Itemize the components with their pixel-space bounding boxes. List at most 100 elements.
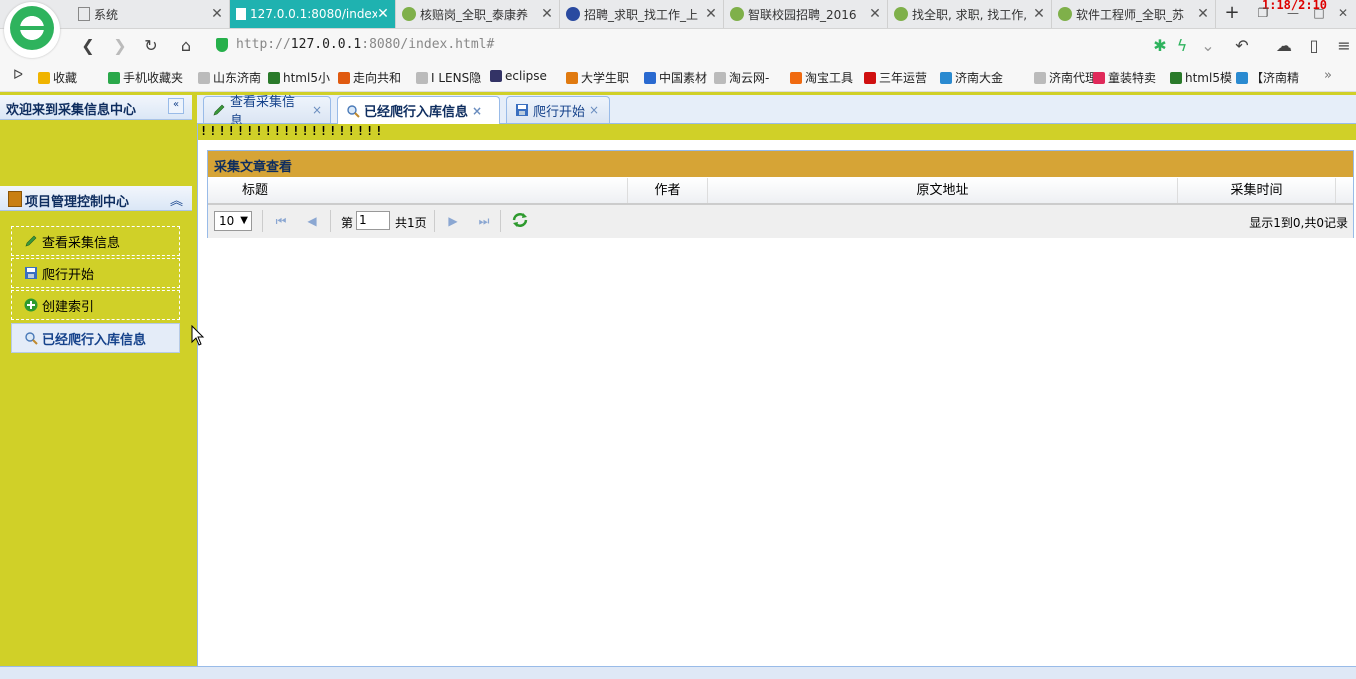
site-icon	[894, 7, 908, 21]
phone-icon[interactable]: ▯	[1304, 36, 1324, 56]
sidebar-toggle-icon[interactable]: ᐅ	[8, 66, 28, 86]
bookmark-item[interactable]: eclipse	[490, 69, 547, 83]
forward-icon[interactable]: ❯	[110, 36, 130, 56]
reload-icon[interactable]: ↻	[141, 36, 161, 56]
collapse-left-icon[interactable]: «	[168, 98, 184, 114]
tab-view-collected[interactable]: 查看采集信息 ×	[203, 95, 331, 129]
tab-stored-info[interactable]: 已经爬行入库信息 ×	[337, 96, 500, 124]
close-icon[interactable]: ✕	[541, 6, 553, 22]
minimize-icon[interactable]: —	[1286, 6, 1300, 20]
bookmark-icon	[490, 70, 502, 82]
new-tab-button[interactable]: +	[1222, 2, 1242, 26]
bookmark-item[interactable]: 三年运营	[864, 69, 927, 86]
bookmark-item[interactable]: 手机收藏夹	[108, 69, 183, 86]
save-icon	[515, 103, 529, 117]
bookmark-item[interactable]: 童装特卖	[1093, 69, 1156, 86]
chevron-up-icon[interactable]: ︽	[170, 190, 183, 209]
nav-item-label: 创建索引	[42, 299, 95, 315]
more-bookmarks-icon[interactable]: »	[1318, 66, 1338, 86]
bookmark-item[interactable]: 收藏	[38, 69, 77, 86]
bookmark-icon	[416, 71, 428, 84]
browser-tab-6[interactable]: 找全职, 求职, 找工作, ✕	[888, 0, 1052, 28]
browser-tab-7[interactable]: 软件工程师_全职_苏 ✕	[1052, 0, 1216, 28]
close-icon[interactable]: ×	[312, 103, 322, 117]
pencil-icon	[212, 103, 226, 117]
page-size-value: 10	[219, 214, 235, 228]
page-icon	[236, 8, 246, 20]
column-header-author[interactable]: 作者	[628, 178, 708, 203]
status-bar	[0, 666, 1356, 679]
close-icon[interactable]: ×	[472, 104, 482, 118]
dropdown-icon[interactable]: ⌄	[1198, 36, 1218, 56]
column-header-source-url[interactable]: 原文地址	[708, 178, 1178, 203]
page-size-select[interactable]: 10 ▼	[214, 211, 252, 231]
column-header-title[interactable]: 标题	[208, 178, 628, 203]
bookmark-item[interactable]: 淘云网-	[714, 69, 769, 86]
address-bar[interactable]: http://127.0.0.1:8080/index.html#	[212, 35, 1172, 57]
nav-item-label: 已经爬行入库信息	[42, 332, 147, 348]
close-icon[interactable]: ✕	[1197, 6, 1209, 22]
prev-page-icon[interactable]: ◀	[304, 213, 320, 229]
bookmark-item[interactable]: html5模	[1170, 69, 1232, 86]
bookmark-item[interactable]: I LENS隐	[416, 69, 481, 86]
menu-icon[interactable]: ≡	[1334, 36, 1354, 56]
page-number-input[interactable]: 1	[356, 211, 390, 230]
browser-tab-active[interactable]: 127.0.0.1:8080/index ✕	[230, 0, 396, 28]
bookmark-label: 山东济南	[213, 71, 262, 85]
bookmark-icon	[714, 71, 726, 84]
west-region	[0, 92, 192, 666]
extension-icon[interactable]: ✱	[1150, 36, 1170, 56]
home-icon[interactable]: ⌂	[176, 36, 196, 56]
bookmark-label: 手机收藏夹	[123, 71, 184, 85]
bookmark-item[interactable]: 淘宝工具	[790, 69, 853, 86]
tab-start-crawl[interactable]: 爬行开始 ×	[506, 96, 610, 123]
tab-label: 已经爬行入库信息	[364, 105, 469, 120]
cloud-icon[interactable]: ☁	[1274, 36, 1294, 56]
bookmark-label: eclipse	[505, 69, 547, 83]
browser-tab-system[interactable]: 系统 ✕	[72, 0, 230, 28]
next-page-icon[interactable]: ▶	[445, 213, 461, 229]
close-icon[interactable]: ✕	[705, 6, 717, 22]
restore-icon[interactable]: ❐	[1256, 6, 1270, 20]
browser-tab-5[interactable]: 智联校园招聘_2016 ✕	[724, 0, 888, 28]
bookmark-icon	[38, 71, 50, 84]
browser-tab-4[interactable]: 招聘_求职_找工作_上 ✕	[560, 0, 724, 28]
close-icon[interactable]: ✕	[869, 6, 881, 22]
bookmark-item[interactable]: 走向共和	[338, 69, 401, 86]
back-icon[interactable]: ❮	[78, 36, 98, 56]
search-icon	[346, 104, 360, 118]
lightning-icon[interactable]: ϟ	[1172, 36, 1192, 56]
last-page-icon[interactable]: ⏭	[476, 213, 492, 229]
bookmark-item[interactable]: html5小	[268, 69, 330, 86]
browser-logo-icon[interactable]	[4, 2, 60, 58]
refresh-icon[interactable]	[511, 211, 529, 229]
bookmark-item[interactable]: 济南大金	[940, 69, 1003, 86]
nav-item-stored-info[interactable]: 已经爬行入库信息	[11, 323, 180, 353]
bookmark-item[interactable]: 【济南精	[1236, 69, 1299, 86]
nav-item-create-index[interactable]: 创建索引	[11, 290, 180, 320]
security-shield-icon	[216, 38, 228, 52]
close-icon[interactable]: ✕	[377, 6, 389, 22]
pager-separator	[330, 210, 331, 232]
bookmark-icon	[864, 71, 876, 84]
bookmark-item[interactable]: 济南代理	[1034, 69, 1097, 86]
site-icon	[402, 7, 416, 21]
bookmark-item[interactable]: 大学生职	[566, 69, 629, 86]
bookmark-label: 收藏	[53, 71, 78, 85]
tab-label: 爬行开始	[533, 104, 586, 120]
close-icon[interactable]: ✕	[211, 6, 223, 22]
nav-item-start-crawl[interactable]: 爬行开始	[11, 258, 180, 288]
bookmark-item[interactable]: 中国素材	[644, 69, 707, 86]
column-header-collect-time[interactable]: 采集时间	[1178, 178, 1336, 203]
pencil-icon	[24, 234, 38, 248]
bookmark-item[interactable]: 山东济南	[198, 69, 261, 86]
close-icon[interactable]: ×	[589, 103, 599, 117]
maximize-icon[interactable]: □	[1312, 6, 1326, 20]
first-page-icon[interactable]: ⏮	[273, 213, 289, 229]
browser-tab-3[interactable]: 核赔岗_全职_泰康养 ✕	[396, 0, 560, 28]
undo-icon[interactable]: ↶	[1232, 36, 1252, 56]
nav-item-view-collected[interactable]: 查看采集信息	[11, 226, 180, 256]
window-close-icon[interactable]: ✕	[1336, 6, 1350, 20]
bookmark-icon	[566, 71, 578, 84]
close-icon[interactable]: ✕	[1033, 6, 1045, 22]
